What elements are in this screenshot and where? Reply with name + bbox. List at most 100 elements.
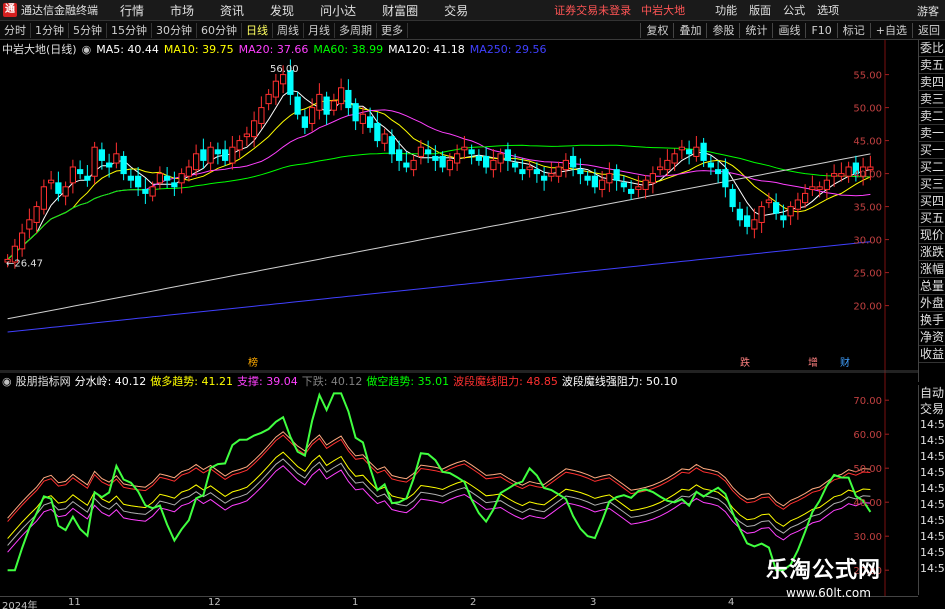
quote-panel-item[interactable]: 净资: [919, 329, 945, 346]
candle-body: [831, 173, 838, 177]
quote-panel-item[interactable]: 卖四: [919, 74, 945, 91]
candle-body: [127, 175, 134, 181]
candle-body: [33, 206, 40, 223]
candle-body: [591, 175, 598, 188]
quote-panel-item[interactable]: 卖五: [919, 57, 945, 74]
candle-body: [120, 155, 127, 175]
period-tab-30min[interactable]: 30分钟: [152, 22, 197, 38]
candle-body: [91, 146, 98, 177]
period-tab-1min[interactable]: 1分钟: [31, 22, 69, 38]
quote-panel-item[interactable]: 委比: [919, 40, 945, 57]
menu-ask[interactable]: 问小达: [320, 2, 356, 19]
candle-body: [164, 175, 171, 181]
candle-body: [388, 136, 395, 155]
candle-body: [577, 169, 584, 175]
trade-time: 14:56: [920, 482, 945, 495]
candle-body: [432, 155, 439, 161]
quote-panel-item[interactable]: 涨跌: [919, 244, 945, 261]
statistics-button[interactable]: 统计: [739, 23, 772, 38]
quote-panel-item[interactable]: 外盘: [919, 295, 945, 312]
trade-panel-item[interactable]: 交易: [919, 401, 945, 417]
period-tab-60min[interactable]: 60分钟: [197, 22, 242, 38]
candle-body: [613, 169, 620, 181]
menu-trade[interactable]: 交易: [444, 2, 468, 19]
quote-panel-item[interactable]: 涨幅: [919, 261, 945, 278]
guest-user[interactable]: 游客: [917, 3, 939, 19]
quote-panel-item[interactable]: 换手: [919, 312, 945, 329]
quote-panel-item[interactable]: 总量: [919, 278, 945, 295]
draw-line-button[interactable]: 画线: [772, 23, 805, 38]
candle-body: [338, 87, 345, 105]
candle-body: [606, 173, 613, 184]
candle-body: [555, 166, 562, 177]
indicator-settings-icon[interactable]: ◉: [2, 375, 12, 388]
period-tab-timeshare[interactable]: 分时: [0, 22, 31, 38]
trade-panel-item[interactable]: 自动: [919, 385, 945, 401]
period-tab-daily[interactable]: 日线: [242, 22, 273, 38]
mark-button[interactable]: 标记: [836, 23, 870, 38]
candle-body: [69, 166, 76, 184]
add-watchlist-button[interactable]: +自选: [869, 23, 912, 38]
menu-layout[interactable]: 版面: [749, 2, 771, 18]
period-tab-more[interactable]: 更多: [377, 22, 408, 38]
candle-body: [62, 186, 69, 197]
quote-panel-item[interactable]: 卖一: [919, 125, 945, 142]
menu-discover[interactable]: 发现: [270, 2, 294, 19]
period-tab-15min[interactable]: 15分钟: [107, 22, 152, 38]
overlay-button[interactable]: 叠加: [673, 23, 706, 38]
quote-panel-item[interactable]: 买四: [919, 193, 945, 210]
menu-function[interactable]: 功能: [715, 2, 737, 18]
settings-icon[interactable]: ◉: [82, 43, 92, 56]
trade-time: 14:56: [920, 466, 945, 479]
holdings-button[interactable]: 参股: [706, 23, 739, 38]
candle-body: [787, 206, 794, 217]
kline-chart[interactable]: 55.00 50.00 45.00 40.00 35.00 30.00 25.00 20.00…: [0, 40, 918, 372]
ma20-label: MA20: 37.66: [238, 42, 309, 56]
indicator-lines: [7, 392, 872, 572]
candle-body: [816, 186, 823, 190]
candle-body: [678, 146, 685, 151]
quote-panel-item[interactable]: 现价: [919, 227, 945, 244]
menu-news[interactable]: 资讯: [220, 2, 244, 19]
candle-body: [707, 162, 714, 168]
price-tick-label: 40.00: [853, 170, 882, 181]
menu-market[interactable]: 市场: [170, 2, 194, 19]
candle-body: [838, 173, 845, 177]
period-tab-multi[interactable]: 多周期: [335, 22, 377, 38]
candle-body: [686, 149, 693, 155]
restore-rights-button[interactable]: 复权: [640, 23, 673, 38]
quote-panel-item[interactable]: 买二: [919, 159, 945, 176]
candle-body: [106, 162, 113, 168]
candle-body: [649, 173, 656, 184]
period-tab-5min[interactable]: 5分钟: [69, 22, 107, 38]
login-status[interactable]: 证券交易未登录: [554, 2, 631, 18]
candle-body: [243, 133, 250, 138]
price-tick-label: 30.00: [853, 236, 882, 247]
candle-body: [19, 232, 26, 250]
event-markers: 榜跌增财: [248, 356, 850, 369]
quote-panel-item[interactable]: 卖二: [919, 108, 945, 125]
quote-panel-item[interactable]: 卖三: [919, 91, 945, 108]
candle-body: [251, 120, 258, 138]
f10-button[interactable]: F10: [805, 23, 836, 38]
period-tab-monthly[interactable]: 月线: [304, 22, 335, 38]
menu-wealth-circle[interactable]: 财富圈: [382, 2, 418, 19]
menu-options[interactable]: 选项: [817, 2, 839, 18]
candle-body: [367, 116, 374, 128]
trade-time: 14:56: [920, 514, 945, 527]
quote-panel-item[interactable]: 买五: [919, 210, 945, 227]
back-button[interactable]: 返回: [912, 23, 945, 38]
period-tab-weekly[interactable]: 周线: [273, 22, 304, 38]
candle-body: [490, 159, 497, 171]
quote-panel-item[interactable]: 买三: [919, 176, 945, 193]
quote-panel: 委比 卖五 卖四 卖三 卖二 卖一 买一 买二 买三 买四 买五 现价 涨跌 涨幅 总量 外盘 换手 净资 收益: [918, 40, 945, 382]
indicator-tick-label: 30.00: [853, 532, 882, 543]
quote-panel-item[interactable]: 买一: [919, 142, 945, 159]
stock-name: 中岩大地: [641, 4, 686, 17]
candle-body: [330, 100, 337, 111]
quote-panel-item[interactable]: 收益: [919, 346, 945, 363]
candle-body: [758, 206, 765, 223]
menu-formula[interactable]: 公式: [783, 2, 805, 18]
watermark-title: 乐淘公式网: [766, 558, 882, 583]
menu-market-quotes[interactable]: 行情: [120, 2, 144, 19]
